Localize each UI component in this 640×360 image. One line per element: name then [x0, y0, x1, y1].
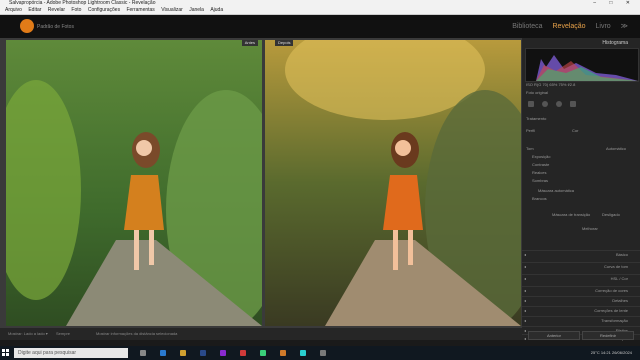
- menu-item-configuracoes[interactable]: Configurações: [88, 7, 120, 13]
- shadows-label: Sombras: [532, 178, 549, 183]
- menu-bar: Arquivo Editar Revelar Foto Configuraçõe…: [0, 7, 640, 15]
- title-bar: Salvapropórcia - Adobe Photoshop Lightro…: [0, 0, 640, 7]
- enhance-button[interactable]: Melhorar: [582, 226, 598, 231]
- transition-mask-value[interactable]: Desligado: [602, 212, 620, 217]
- windows-start-icon[interactable]: [2, 349, 10, 357]
- app-icon-7[interactable]: [260, 350, 266, 356]
- lightroom-taskbar-icon[interactable]: [200, 350, 206, 356]
- after-photo[interactable]: Depois: [265, 40, 521, 326]
- menu-item-arquivo[interactable]: Arquivo: [5, 7, 22, 13]
- app-icon-6[interactable]: [240, 350, 246, 356]
- taskbar: Digite aqui para pesquisar 25°C 14:21 26…: [0, 346, 640, 360]
- contrast-label: Contraste: [532, 162, 550, 167]
- previous-button[interactable]: Anterior: [528, 331, 580, 340]
- tone-label: Tom: [526, 146, 534, 151]
- section-correcoes-de-lente[interactable]: ◂ Correções de lente: [522, 306, 640, 315]
- exposure-label: Exposição: [532, 154, 551, 159]
- module-biblioteca[interactable]: Biblioteca: [512, 23, 542, 30]
- identity-plate: Padrão de Fotos Biblioteca Revelação Liv…: [0, 15, 640, 38]
- view-mode-select[interactable]: Mostrar: Lado a lado ▾: [8, 328, 48, 340]
- section-hsl-cor[interactable]: ◂ HSL / Cor: [522, 274, 640, 283]
- child-dress: [124, 175, 164, 230]
- child-face: [136, 140, 152, 156]
- right-panel: Histograma ISO R(G 70) 65% 75% f/2.8 Fot…: [522, 38, 640, 341]
- system-tray[interactable]: 25°C 14:21 26/06/2024: [591, 350, 632, 355]
- profile-label: Perfil: [526, 128, 536, 133]
- auto-tone-button[interactable]: Automático: [606, 146, 626, 151]
- before-image: [6, 40, 262, 326]
- whites-label: Brancos: [532, 196, 547, 201]
- transition-mask-label: Máscara de transição: [552, 212, 591, 217]
- app-icon-10[interactable]: [320, 350, 326, 356]
- menu-item-janela[interactable]: Janela: [189, 7, 204, 13]
- window-controls[interactable]: – □ ✕: [593, 0, 636, 7]
- exif-readout: ISO R(G 70) 65% 75% f/2.8: [526, 82, 576, 87]
- clock-time: 14:21: [600, 350, 611, 355]
- module-revelacao[interactable]: Revelação: [553, 23, 586, 30]
- histogram: [525, 48, 639, 82]
- toolbar-info: Mostrar informações da distância selecio…: [96, 331, 178, 336]
- module-picker: Biblioteca Revelação Livro ≫: [504, 22, 628, 30]
- section-transformacao[interactable]: ◂ Transformação: [522, 316, 640, 325]
- lightroom-logo-icon: [20, 19, 34, 33]
- section-basico[interactable]: ◂ Básico: [522, 250, 640, 259]
- menu-item-visualizar[interactable]: Visualizar: [161, 7, 183, 13]
- menu-item-ajuda[interactable]: Ajuda: [210, 7, 223, 13]
- task-view-icon[interactable]: [140, 350, 146, 356]
- before-photo[interactable]: Antes: [6, 40, 262, 326]
- window-title: Salvapropórcia - Adobe Photoshop Lightro…: [9, 0, 156, 6]
- treatment-label: Tratamento: [526, 116, 547, 121]
- tool-strip: [528, 100, 634, 108]
- menu-item-ferramentas[interactable]: Ferramentas: [126, 7, 154, 13]
- histogram-title: Histograma: [602, 40, 628, 46]
- module-more[interactable]: ≫: [621, 23, 628, 30]
- section-correcao-de-cores[interactable]: ◂ Correção de cores: [522, 286, 640, 295]
- after-image: [265, 40, 521, 326]
- module-livro[interactable]: Livro: [596, 23, 611, 30]
- profile-value[interactable]: Cor: [572, 128, 578, 133]
- bottom-toolbar: Mostrar: Lado a lado ▾ Sempre Mostrar in…: [0, 328, 522, 340]
- section-curva-de-tom[interactable]: ◂ Curva de tom: [522, 262, 640, 271]
- mask-icon[interactable]: [570, 101, 576, 107]
- app-icon-8[interactable]: [280, 350, 286, 356]
- menu-item-foto[interactable]: Foto: [71, 7, 81, 13]
- menu-item-editar[interactable]: Editar: [28, 7, 41, 13]
- highlights-label: Realces: [532, 170, 547, 175]
- crop-icon[interactable]: [528, 101, 534, 107]
- browser-icon[interactable]: [160, 350, 166, 356]
- menu-item-revelar[interactable]: Revelar: [48, 7, 65, 13]
- section-detalhes[interactable]: ◂ Detalhes: [522, 296, 640, 305]
- app-icon-9[interactable]: [300, 350, 306, 356]
- identity-text: Padrão de Fotos: [37, 24, 74, 30]
- before-label: Antes: [241, 40, 258, 46]
- auto-mask-checkbox[interactable]: Máscara automática: [538, 188, 574, 193]
- temperature: 25°C: [590, 350, 600, 355]
- original-photo-toggle[interactable]: Foto original: [526, 90, 548, 95]
- taskbar-search[interactable]: Digite aqui para pesquisar: [14, 348, 128, 358]
- reset-button[interactable]: Redefinir: [582, 331, 634, 340]
- app-icon-5[interactable]: [220, 350, 226, 356]
- red-eye-icon[interactable]: [556, 101, 562, 107]
- file-explorer-icon[interactable]: [180, 350, 186, 356]
- after-label: Depois: [275, 40, 294, 46]
- swap-button[interactable]: Sempre: [56, 328, 70, 340]
- clock-date: 26/06/2024: [611, 350, 632, 355]
- spot-removal-icon[interactable]: [542, 101, 548, 107]
